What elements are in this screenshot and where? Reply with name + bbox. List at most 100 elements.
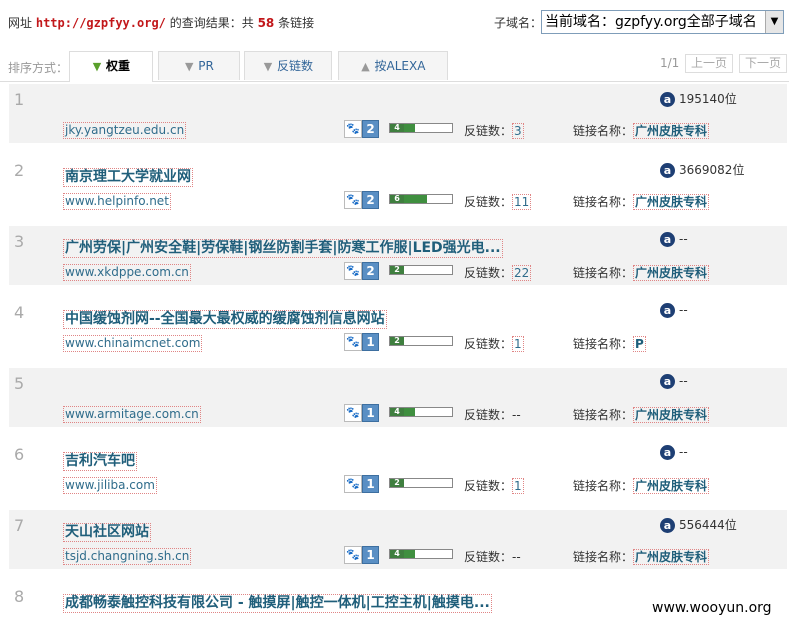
alexa-icon: a xyxy=(660,92,675,107)
site-title-link[interactable]: 吉利汽车吧 xyxy=(63,452,137,471)
backlinks-label: 反链数： xyxy=(464,408,513,422)
backlinks-value[interactable]: 1 xyxy=(512,336,524,352)
prev-page-button[interactable]: 上一页 xyxy=(685,54,733,73)
row-index: 2 xyxy=(14,161,25,180)
list-item: 7 天山社区网站 tsjd.changning.sh.cn 🐾 1 4 反链数：-… xyxy=(9,510,787,569)
tab-label: PR xyxy=(198,59,214,73)
link-name: 链接名称： 广州皮肤专科 xyxy=(573,122,710,139)
backlinks: 反链数： 1 xyxy=(464,477,524,494)
tab-label: 反链数 xyxy=(276,59,313,73)
backlinks-value: -- xyxy=(512,550,521,564)
list-item: 5 www.armitage.com.cn 🐾 1 4 反链数：-- 链接名称：广… xyxy=(9,368,787,427)
link-name: 链接名称： P xyxy=(573,335,646,352)
alexa-value: 195140位 xyxy=(679,92,737,106)
sort-label: 排序方式： xyxy=(8,61,69,75)
site-title-link[interactable]: 中国缓蚀剂网--全国最大最权威的缓腐蚀剂信息网站 xyxy=(63,310,387,329)
site-title-link[interactable]: 广州劳保|广州安全鞋|劳保鞋|钢丝防割手套|防寒工作服|LED强光电... xyxy=(63,239,503,258)
link-name: 链接名称： 广州皮肤专科 xyxy=(573,548,710,565)
site-link[interactable]: tsjd.changning.sh.cn xyxy=(63,548,192,565)
backlinks-label: 反链数： xyxy=(464,124,513,138)
backlinks-value[interactable]: 3 xyxy=(512,123,524,139)
arrow-up-icon: ▲ xyxy=(361,60,370,73)
site-title-link[interactable]: 南京理工大学就业网 xyxy=(63,168,193,187)
link-name-value[interactable]: 广州皮肤专科 xyxy=(633,194,710,210)
backlinks-value[interactable]: 1 xyxy=(512,478,524,494)
tab-weight[interactable]: ▼ 权重 xyxy=(69,51,153,82)
row-index: 4 xyxy=(14,303,25,322)
baidu-weight: 🐾 2 xyxy=(344,191,379,209)
link-name-label: 链接名称： xyxy=(573,124,634,138)
arrow-down-icon: ▼ xyxy=(184,60,194,73)
backlinks-label: 反链数： xyxy=(464,479,513,493)
site-link[interactable]: www.xkdppe.com.cn xyxy=(63,264,191,281)
backlinks: 反链数： 1 xyxy=(464,335,524,352)
subdomain-select[interactable]: 当前域名：gzpfyy.org全部子域名 ▼ xyxy=(541,10,784,34)
query-summary: 网址 http://gzpfyy.org/ 的查询结果：共 58 条链接 xyxy=(8,14,314,31)
site-link[interactable]: www.helpinfo.net xyxy=(63,193,171,210)
alexa-value: 3669082位 xyxy=(679,163,745,177)
list-item: 4 中国缓蚀剂网--全国最大最权威的缓腐蚀剂信息网站 www.chinaimcn… xyxy=(9,297,787,356)
alexa-value: -- xyxy=(679,374,688,388)
link-name-value[interactable]: 广州皮肤专科 xyxy=(633,478,710,494)
site-title-link[interactable]: 成都畅泰触控科技有限公司 - 触摸屏|触控一体机|工控主机|触摸电... xyxy=(63,594,492,613)
paw-icon: 🐾 xyxy=(344,120,362,138)
link-name: 链接名称： 广州皮肤专科 xyxy=(573,477,710,494)
row-index: 6 xyxy=(14,445,25,464)
query-mid: 的查询结果：共 xyxy=(169,16,254,30)
backlinks-label: 反链数： xyxy=(464,266,513,280)
pagerank-bar: 2 xyxy=(389,478,453,488)
site-link[interactable]: www.chinaimcnet.com xyxy=(63,335,203,352)
page-status: 1/1 xyxy=(660,56,680,70)
site-link[interactable]: www.armitage.com.cn xyxy=(63,406,201,423)
backlinks-label: 反链数： xyxy=(464,337,513,351)
baidu-weight-value: 1 xyxy=(362,333,379,351)
paw-icon: 🐾 xyxy=(344,546,362,564)
alexa-rank: a -- xyxy=(660,374,688,389)
link-name-value[interactable]: P xyxy=(633,336,646,352)
paw-icon: 🐾 xyxy=(344,475,362,493)
pagerank-bar: 4 xyxy=(389,407,453,417)
next-page-button[interactable]: 下一页 xyxy=(739,54,787,73)
link-name-value[interactable]: 广州皮肤专科 xyxy=(633,407,710,423)
pagerank-value: 4 xyxy=(390,550,404,558)
alexa-icon: a xyxy=(660,518,675,533)
tab-label: 权重 xyxy=(105,59,130,73)
link-name-value[interactable]: 广州皮肤专科 xyxy=(633,265,710,281)
alexa-rank: a 195140位 xyxy=(660,90,737,107)
alexa-value: -- xyxy=(679,445,688,459)
tab-backlinks[interactable]: ▼ 反链数 xyxy=(244,51,332,80)
paw-icon: 🐾 xyxy=(344,404,362,422)
subdomain-selected-value: 当前域名：gzpfyy.org全部子域名 xyxy=(545,14,757,30)
row-index: 5 xyxy=(14,374,25,393)
list-item: 1 jky.yangtzeu.edu.cn 🐾 2 4 反链数： 3 链接名称： 广州… xyxy=(9,84,787,143)
link-name-value[interactable]: 广州皮肤专科 xyxy=(633,123,710,139)
chevron-down-icon[interactable]: ▼ xyxy=(765,11,783,33)
alexa-icon: a xyxy=(660,303,675,318)
site-link[interactable]: jky.yangtzeu.edu.cn xyxy=(63,122,187,139)
alexa-icon: a xyxy=(660,232,675,247)
alexa-value: -- xyxy=(679,232,688,246)
pagerank-value: 2 xyxy=(390,337,404,345)
link-name-value[interactable]: 广州皮肤专科 xyxy=(633,549,710,565)
baidu-weight: 🐾 2 xyxy=(344,262,379,280)
subdomain-label: 子域名： xyxy=(494,16,543,30)
site-link[interactable]: www.jiliba.com xyxy=(63,477,157,494)
query-suffix: 条链接 xyxy=(278,16,315,30)
tab-pr[interactable]: ▼ PR xyxy=(158,51,240,80)
pagerank-bar: 4 xyxy=(389,123,453,133)
site-title-link[interactable]: 天山社区网站 xyxy=(63,523,151,542)
link-name: 链接名称： 广州皮肤专科 xyxy=(573,193,710,210)
backlinks-value[interactable]: 22 xyxy=(512,265,532,281)
tab-alexa[interactable]: ▲ 按ALEXA xyxy=(338,51,448,80)
pagerank-value: 6 xyxy=(390,195,404,203)
row-index: 7 xyxy=(14,516,25,535)
alexa-rank: a 3669082位 xyxy=(660,161,744,178)
queried-url[interactable]: http://gzpfyy.org/ xyxy=(36,16,166,30)
link-count: 58 xyxy=(257,16,275,30)
baidu-weight: 🐾 1 xyxy=(344,546,379,564)
backlinks-value[interactable]: 11 xyxy=(512,194,532,210)
watermark: www.wooyun.org xyxy=(652,600,772,616)
pagerank-value: 2 xyxy=(390,479,404,487)
baidu-weight-value: 2 xyxy=(362,262,379,280)
backlinks-label: 反链数： xyxy=(464,550,513,564)
